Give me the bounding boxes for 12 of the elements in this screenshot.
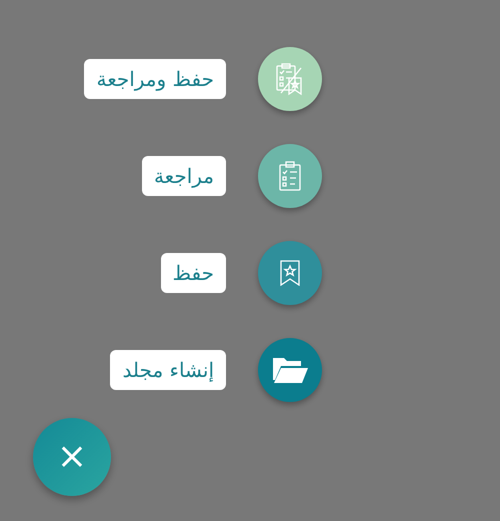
action-button[interactable] bbox=[258, 241, 322, 305]
action-label[interactable]: إنشاء مجلد bbox=[110, 350, 226, 390]
action-button[interactable] bbox=[258, 144, 322, 208]
close-button[interactable]: × bbox=[33, 418, 111, 496]
action-label[interactable]: حفظ ومراجعة bbox=[84, 59, 226, 99]
folder-icon bbox=[272, 356, 308, 384]
clipboard-checklist-icon bbox=[279, 161, 301, 191]
action-label[interactable]: مراجعة bbox=[142, 156, 226, 196]
action-button[interactable] bbox=[258, 338, 322, 402]
bookmark-star-icon bbox=[280, 260, 300, 286]
action-label[interactable]: حفظ bbox=[160, 253, 226, 293]
action-button[interactable] bbox=[258, 47, 322, 111]
